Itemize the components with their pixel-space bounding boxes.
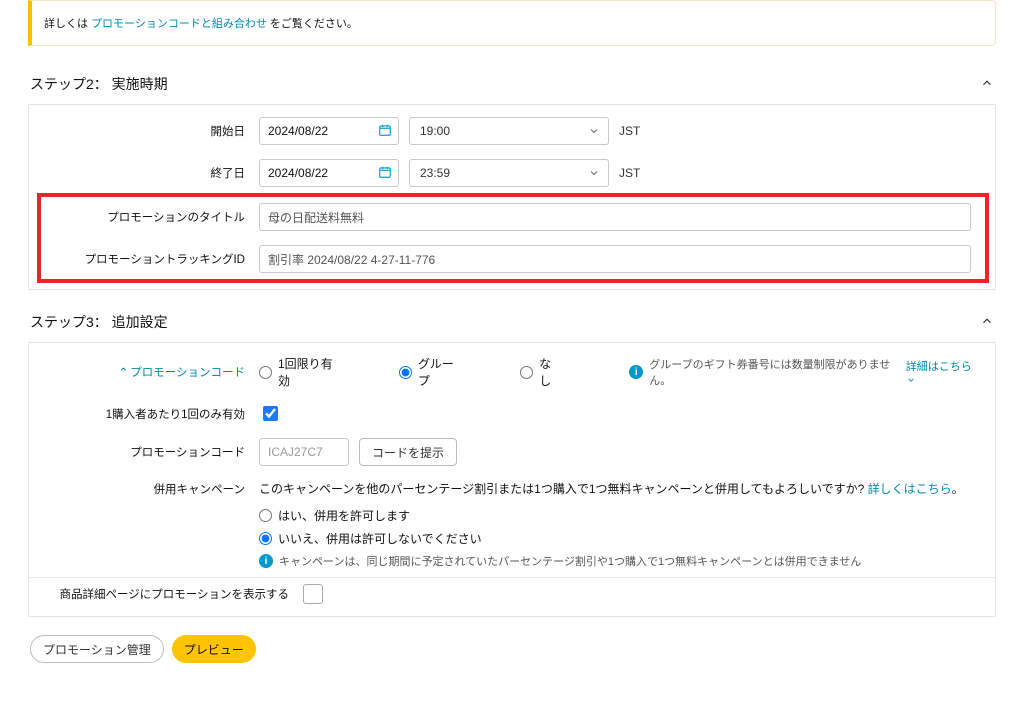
group-note-link[interactable]: 詳細はこちら <box>906 358 981 386</box>
radio-group[interactable]: グループ <box>399 355 462 389</box>
info-bar-link[interactable]: プロモーションコードと組み合わせ <box>91 18 267 30</box>
info-bar-suffix: をご覧ください。 <box>270 18 358 30</box>
promo-code-input[interactable] <box>259 438 349 466</box>
campaign-link[interactable]: 詳しくはこちら <box>868 482 952 496</box>
step2-panel: 開始日 2024/08/22 19:00 JST 終了日 2024/08/22 <box>28 104 996 290</box>
label-campaign: 併用キャンペーン <box>43 481 259 497</box>
radio-none-input[interactable] <box>520 366 533 379</box>
campaign-note-text: キャンペーンは、同じ期間に予定されていたパーセンテージ割引や1つ購入で1つ無料キ… <box>279 553 861 569</box>
radio-campaign-no[interactable]: いいえ、併用は許可しないでください <box>259 530 482 547</box>
radio-campaign-yes[interactable]: はい、併用を許可します <box>259 507 410 524</box>
label-one-per-buyer: 1購入者あたり1回のみ有効 <box>43 406 259 422</box>
row-start-date: 開始日 2024/08/22 19:00 JST <box>29 111 995 151</box>
bottom-actions: プロモーション管理 プレビュー <box>28 617 996 681</box>
label-promo-code: プロモーションコード <box>43 444 259 460</box>
row-campaign-yes: はい、併用を許可します <box>29 505 995 526</box>
step2-header[interactable]: ステップ2： 実施時期 <box>28 64 996 104</box>
radio-campaign-yes-label: はい、併用を許可します <box>278 507 410 524</box>
step3-header[interactable]: ステップ3： 追加設定 <box>28 302 996 342</box>
radio-none[interactable]: なし <box>520 355 561 389</box>
start-tz: JST <box>619 124 640 138</box>
row-campaign: 併用キャンペーン このキャンペーンを他のパーセンテージ割引または1つ購入で1つ無… <box>29 474 995 503</box>
end-time-value: 23:59 <box>420 166 450 180</box>
calendar-icon <box>378 165 392 182</box>
radio-group-label: グループ <box>418 355 462 389</box>
step3-panel: ⌃プロモーションコード 1回限り有効 グループ なし i グループのギフト券番号… <box>28 342 996 617</box>
end-time-select[interactable]: 23:59 <box>409 159 609 187</box>
start-date-input[interactable]: 2024/08/22 <box>259 117 399 145</box>
one-per-buyer-checkbox[interactable] <box>263 406 278 421</box>
radio-campaign-no-label: いいえ、併用は許可しないでください <box>278 530 482 547</box>
row-one-per-buyer: 1購入者あたり1回のみ有効 <box>29 397 995 430</box>
show-on-detail-checkbox[interactable] <box>303 584 323 604</box>
label-start-date: 開始日 <box>43 123 259 139</box>
chevron-up-icon <box>980 76 994 93</box>
start-time-value: 19:00 <box>420 124 450 138</box>
preview-button[interactable]: プレビュー <box>172 635 256 663</box>
row-show-on-detail: 商品詳細ページにプロモーションを表示する <box>29 578 995 610</box>
chevron-down-icon <box>588 125 600 140</box>
promo-code-anchor[interactable]: プロモーションコード <box>130 367 245 379</box>
radio-once[interactable]: 1回限り有効 <box>259 355 341 389</box>
radio-campaign-yes-input[interactable] <box>259 509 272 522</box>
caret-up-icon: ⌃ <box>119 367 129 379</box>
highlight-box: プロモーションのタイトル プロモーショントラッキングID <box>37 193 989 283</box>
info-bar-prefix: 詳しくは <box>44 18 88 30</box>
group-note-text: グループのギフト券番号には数量制限がありません。 <box>649 356 899 388</box>
radio-campaign-no-input[interactable] <box>259 532 272 545</box>
end-date-value: 2024/08/22 <box>268 166 328 180</box>
step2-title: ステップ2： 実施時期 <box>30 74 168 94</box>
chevron-up-icon <box>980 314 994 331</box>
info-icon: i <box>259 554 273 568</box>
suggest-code-button[interactable]: コードを提示 <box>359 438 457 466</box>
radio-none-label: なし <box>539 355 561 389</box>
radio-group-input[interactable] <box>399 366 412 379</box>
label-tracking-id: プロモーショントラッキングID <box>55 251 259 267</box>
label-promo-code-type[interactable]: ⌃プロモーションコード <box>43 364 259 380</box>
info-icon: i <box>629 365 643 379</box>
chevron-down-icon <box>588 167 600 182</box>
end-date-input[interactable]: 2024/08/22 <box>259 159 399 187</box>
group-note: i グループのギフト券番号には数量制限がありません。 詳細はこちら <box>629 356 981 388</box>
row-tracking-id: プロモーショントラッキングID <box>41 239 985 279</box>
step3-title: ステップ3： 追加設定 <box>30 312 168 332</box>
promo-title-input[interactable] <box>259 203 971 231</box>
info-bar: 詳しくは プロモーションコードと組み合わせ をご覧ください。 <box>28 0 996 46</box>
row-promo-title: プロモーションのタイトル <box>41 197 985 237</box>
campaign-question: このキャンペーンを他のパーセンテージ割引または1つ購入で1つ無料キャンペーンと併… <box>259 480 981 497</box>
start-date-value: 2024/08/22 <box>268 124 328 138</box>
row-end-date: 終了日 2024/08/22 23:59 JST <box>29 153 995 193</box>
end-tz: JST <box>619 166 640 180</box>
label-end-date: 終了日 <box>43 165 259 181</box>
calendar-icon <box>378 123 392 140</box>
row-promo-code-type: ⌃プロモーションコード 1回限り有効 グループ なし i グループのギフト券番号… <box>29 349 995 395</box>
row-campaign-note: i キャンペーンは、同じ期間に予定されていたパーセンテージ割引や1つ購入で1つ無… <box>29 551 995 571</box>
radio-once-label: 1回限り有効 <box>278 355 341 389</box>
row-promo-code: プロモーションコード コードを提示 <box>29 432 995 472</box>
start-time-select[interactable]: 19:00 <box>409 117 609 145</box>
label-promo-title: プロモーションのタイトル <box>55 209 259 225</box>
radio-once-input[interactable] <box>259 366 272 379</box>
manage-button[interactable]: プロモーション管理 <box>30 635 164 663</box>
label-show-on-detail: 商品詳細ページにプロモーションを表示する <box>43 586 303 602</box>
tracking-id-input[interactable] <box>259 245 971 273</box>
